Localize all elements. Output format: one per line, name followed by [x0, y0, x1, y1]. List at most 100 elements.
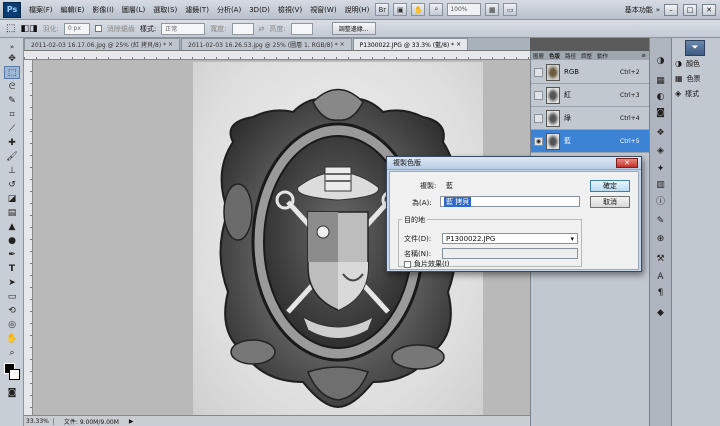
- color-panel-icon[interactable]: ◑: [653, 54, 668, 67]
- menu-help[interactable]: 說明(H): [341, 5, 374, 15]
- vertical-ruler[interactable]: [24, 60, 33, 415]
- histogram-panel-icon[interactable]: ▥: [653, 178, 668, 191]
- quick-mask-icon[interactable]: ◙: [4, 386, 20, 399]
- crop-tool-icon[interactable]: ⌗: [4, 108, 20, 121]
- 3d-orbit-tool-icon[interactable]: ◎: [4, 318, 20, 331]
- swatches-panel-icon[interactable]: ▦: [653, 74, 668, 87]
- channel-row-green[interactable]: 綠 Ctrl+4: [531, 107, 650, 130]
- menu-window[interactable]: 視窗(W): [306, 5, 340, 15]
- visibility-toggle[interactable]: [534, 90, 543, 100]
- bridge-icon[interactable]: Br: [375, 3, 390, 16]
- clone-source-icon[interactable]: ⊕: [653, 232, 668, 245]
- info-panel-icon[interactable]: ⓘ: [653, 194, 668, 207]
- dock-item-color[interactable]: ◑ 顏色: [675, 57, 700, 70]
- blur-tool-icon[interactable]: ▲: [4, 220, 20, 233]
- document-select[interactable]: P1300022.JPG ▾: [442, 233, 578, 244]
- menu-image[interactable]: 影像(I): [88, 5, 118, 15]
- maximize-button[interactable]: □: [683, 3, 697, 16]
- dialog-close-button[interactable]: ✕: [616, 158, 638, 168]
- refine-edge-button[interactable]: 調整邊緣...: [331, 22, 376, 35]
- shape-tool-icon[interactable]: ▭: [4, 290, 20, 303]
- menu-select[interactable]: 選取(S): [149, 5, 181, 15]
- channel-row-rgb[interactable]: RGB Ctrl+2: [531, 61, 650, 84]
- zoom-level-field[interactable]: 100%: [447, 3, 482, 16]
- brush-panel-icon[interactable]: ✎: [653, 214, 668, 227]
- ok-button[interactable]: 確定: [590, 180, 630, 192]
- tab-document-2[interactable]: 2011-02-03 16.26.53.jpg @ 25% (圖層 1, RGB…: [181, 38, 352, 50]
- tab-document-1[interactable]: 2011-02-03 16.17.06.jpg @ 25% (紅 拷貝/8) *…: [24, 38, 181, 50]
- menu-view[interactable]: 檢視(V): [274, 5, 306, 15]
- menu-file[interactable]: 檔案(F): [25, 5, 57, 15]
- adjustments-panel-icon[interactable]: ◐: [653, 90, 668, 103]
- channel-row-red[interactable]: 紅 Ctrl+3: [531, 84, 650, 107]
- paragraph-panel-icon[interactable]: ¶: [653, 286, 668, 299]
- background-color-swatch[interactable]: [9, 369, 20, 380]
- channel-row-blue[interactable]: ◉ 藍 Ctrl+5: [531, 130, 650, 153]
- tab-actions[interactable]: 動作: [597, 52, 608, 60]
- menu-3d[interactable]: 3D(D): [245, 6, 274, 14]
- hand-tool-icon[interactable]: ✋: [411, 3, 426, 16]
- style-select[interactable]: 正常: [161, 22, 206, 35]
- close-button[interactable]: ✕: [702, 3, 716, 16]
- cancel-button[interactable]: 取消: [590, 196, 630, 208]
- minimize-button[interactable]: –: [664, 3, 678, 16]
- antialias-checkbox[interactable]: [94, 25, 102, 32]
- layers-panel-icon[interactable]: ❖: [653, 126, 668, 139]
- as-input[interactable]: 藍 拷貝: [440, 196, 580, 207]
- pen-tool-icon[interactable]: ✒: [4, 248, 20, 261]
- menu-layer[interactable]: 圖層(L): [118, 5, 149, 15]
- visibility-toggle[interactable]: [534, 67, 543, 77]
- name-input[interactable]: [442, 248, 578, 259]
- dock-item-styles[interactable]: ◈ 樣式: [675, 87, 699, 100]
- width-input[interactable]: [231, 22, 254, 35]
- arrange-documents-icon[interactable]: ▦: [485, 3, 500, 16]
- tab-layers[interactable]: 圖層: [533, 52, 544, 60]
- gradient-tool-icon[interactable]: ▤: [4, 206, 20, 219]
- menu-edit[interactable]: 編輯(E): [57, 5, 89, 15]
- history-brush-tool-icon[interactable]: ↺: [4, 178, 20, 191]
- marquee-tool-icon[interactable]: ⬚: [6, 23, 15, 34]
- hand-icon[interactable]: ✋: [4, 332, 20, 345]
- character-panel-icon[interactable]: A: [653, 270, 668, 283]
- swap-icon[interactable]: ⇄: [259, 25, 265, 33]
- mini-bridge-icon[interactable]: ▣: [393, 3, 408, 16]
- horizontal-ruler[interactable]: [24, 51, 530, 60]
- eyedropper-tool-icon[interactable]: ⟋: [4, 122, 20, 135]
- zoom-tool-icon[interactable]: ⌕: [429, 3, 444, 16]
- menu-analysis[interactable]: 分析(A): [213, 5, 245, 15]
- clone-stamp-tool-icon[interactable]: ⊥: [4, 164, 20, 177]
- status-menu-arrow-icon[interactable]: ▶: [129, 418, 134, 425]
- lasso-tool-icon[interactable]: ᘓ: [4, 80, 20, 93]
- dock-item-swatches[interactable]: ▦ 色票: [675, 72, 701, 85]
- brush-tool-icon[interactable]: 🖌: [4, 150, 20, 163]
- layer-comps-icon[interactable]: ◆: [653, 306, 668, 319]
- close-icon[interactable]: ×: [168, 41, 173, 48]
- path-select-tool-icon[interactable]: ➤: [4, 276, 20, 289]
- menu-filter[interactable]: 濾鏡(T): [181, 5, 213, 15]
- masks-panel-icon[interactable]: ◙: [653, 106, 668, 119]
- workspace-switcher[interactable]: 基本功能 » – □ ✕: [625, 3, 717, 16]
- tool-presets-icon[interactable]: ⚒: [653, 252, 668, 265]
- screen-mode-icon[interactable]: ▭: [503, 3, 518, 16]
- invert-checkbox[interactable]: [404, 260, 411, 268]
- tab-document-3[interactable]: P1300022.JPG @ 33.3% (藍/8) * ×: [352, 38, 469, 50]
- height-input[interactable]: [290, 22, 313, 35]
- healing-brush-tool-icon[interactable]: ✚: [4, 136, 20, 149]
- eraser-tool-icon[interactable]: ◪: [4, 192, 20, 205]
- visibility-toggle[interactable]: [534, 113, 543, 123]
- rect-marquee-tool-icon[interactable]: ⬚: [4, 66, 20, 79]
- close-icon[interactable]: ×: [456, 41, 461, 48]
- panel-menu-icon[interactable]: ≡: [641, 53, 646, 59]
- eye-icon[interactable]: ◉: [534, 136, 543, 146]
- type-tool-icon[interactable]: T: [4, 262, 20, 275]
- zoom-status[interactable]: 33.33%: [26, 417, 54, 425]
- collapse-panels-icon[interactable]: ⏷: [685, 40, 705, 56]
- tab-paths[interactable]: 路徑: [565, 52, 576, 60]
- dodge-tool-icon[interactable]: ●: [4, 234, 20, 247]
- invert-option[interactable]: 負片效果(I): [404, 259, 450, 269]
- feather-input[interactable]: 0 px: [63, 22, 90, 35]
- dialog-title-bar[interactable]: 複製色版: [387, 157, 641, 170]
- channels-panel-icon[interactable]: ◈: [653, 144, 668, 157]
- 3d-rotate-tool-icon[interactable]: ⟲: [4, 304, 20, 317]
- quick-select-tool-icon[interactable]: ✎: [4, 94, 20, 107]
